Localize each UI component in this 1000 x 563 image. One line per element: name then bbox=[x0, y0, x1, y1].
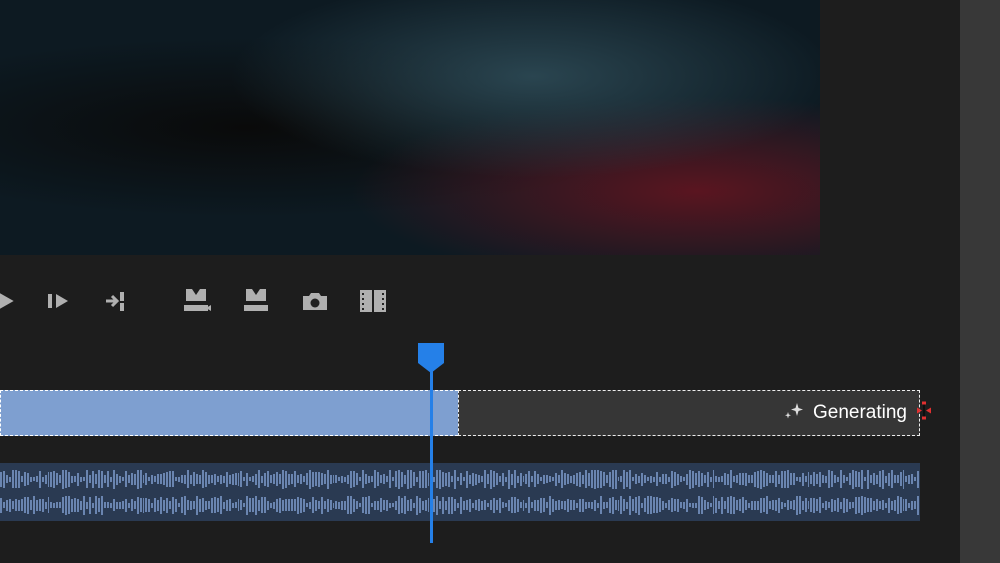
insert-button[interactable] bbox=[180, 287, 212, 315]
camera-icon bbox=[300, 289, 330, 313]
trim-cursor-icon[interactable] bbox=[915, 400, 933, 427]
comparison-view-button[interactable] bbox=[358, 288, 388, 314]
play-button[interactable] bbox=[0, 288, 18, 314]
overwrite-button[interactable] bbox=[240, 287, 272, 315]
overwrite-icon bbox=[240, 287, 272, 315]
right-sidebar-panel bbox=[960, 0, 1000, 563]
playhead-line[interactable] bbox=[430, 343, 433, 543]
insert-icon bbox=[180, 287, 212, 315]
step-forward-button[interactable] bbox=[46, 289, 74, 313]
sparkle-icon bbox=[783, 401, 805, 426]
audio-waveform bbox=[0, 463, 920, 521]
timeline-audio-track[interactable] bbox=[0, 463, 920, 521]
next-edit-icon bbox=[102, 289, 132, 313]
play-icon bbox=[0, 288, 18, 314]
video-frame bbox=[0, 0, 820, 255]
export-frame-button[interactable] bbox=[300, 289, 330, 313]
next-edit-button[interactable] bbox=[102, 289, 132, 313]
generating-clip[interactable]: Generating bbox=[458, 390, 920, 436]
step-forward-icon bbox=[46, 289, 74, 313]
generating-label: Generating bbox=[813, 402, 907, 424]
playhead-marker[interactable] bbox=[418, 343, 444, 363]
video-preview-panel[interactable] bbox=[0, 0, 820, 255]
video-clip[interactable] bbox=[0, 390, 458, 436]
transport-toolbar bbox=[0, 283, 820, 319]
timeline-video-track[interactable]: Generating bbox=[0, 390, 920, 440]
comparison-icon bbox=[358, 288, 388, 314]
